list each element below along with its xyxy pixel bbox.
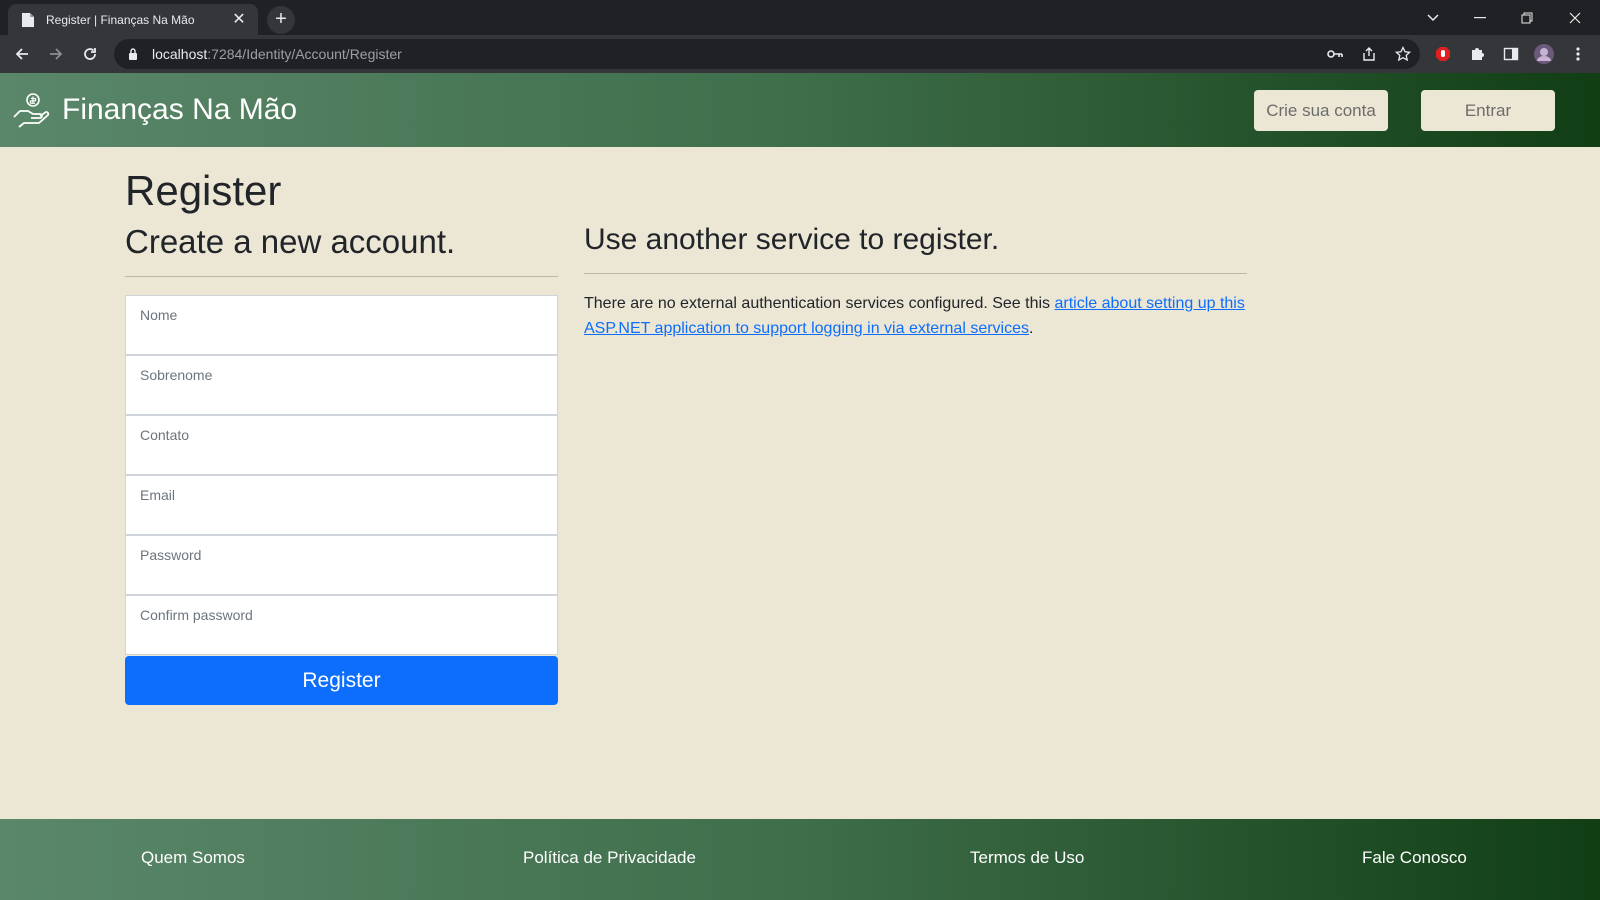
message-end: . (1029, 320, 1034, 337)
first-name-input[interactable] (140, 328, 540, 350)
external-login-heading: Use another service to register. (584, 223, 1000, 256)
email-field[interactable]: Email (125, 475, 558, 535)
login-button[interactable]: Entrar (1421, 90, 1555, 131)
field-label: Nome (140, 307, 178, 323)
bookmark-star-icon[interactable] (1393, 44, 1413, 64)
password-input[interactable] (140, 568, 540, 590)
message-text: There are no external authentication ser… (584, 295, 1055, 312)
profile-avatar-icon[interactable] (1534, 44, 1554, 64)
new-tab-button[interactable]: + (267, 6, 295, 34)
contact-field[interactable]: Contato (125, 415, 558, 475)
close-window-icon[interactable] (1552, 0, 1598, 35)
address-bar[interactable]: localhost:7284/Identity/Account/Register (114, 39, 1420, 69)
site-header: Finanças Na Mão Crie sua conta Entrar (0, 73, 1600, 147)
footer-link-contact[interactable]: Fale Conosco (1362, 848, 1467, 868)
external-login-message: There are no external authentication ser… (584, 291, 1254, 341)
footer-link-privacy[interactable]: Política de Privacidade (523, 848, 696, 868)
lock-icon[interactable] (128, 47, 142, 61)
form-heading: Create a new account. (125, 223, 456, 260)
last-name-field[interactable]: Sobrenome (125, 355, 558, 415)
contact-input[interactable] (140, 448, 540, 470)
field-label: Contato (140, 427, 190, 443)
brand-name: Finanças Na Mão (62, 93, 298, 126)
brand-link[interactable]: Finanças Na Mão (12, 91, 297, 129)
first-name-field[interactable]: Nome (125, 295, 558, 355)
back-icon[interactable] (8, 40, 36, 68)
forward-icon[interactable] (42, 40, 70, 68)
browser-tabbar: Register | Finanças Na Mão ✕ + (0, 0, 1600, 35)
page-icon (20, 12, 36, 28)
browser-toolbar: localhost:7284/Identity/Account/Register (0, 35, 1600, 73)
tab-search-icon[interactable] (1410, 0, 1456, 35)
url-host: localhost (152, 46, 208, 62)
field-label: Sobrenome (140, 367, 213, 383)
footer-link-terms[interactable]: Termos de Uso (970, 848, 1084, 868)
register-button[interactable]: Register (125, 656, 558, 705)
web-page: Finanças Na Mão Crie sua conta Entrar Re… (0, 73, 1600, 900)
password-field[interactable]: Password (125, 535, 558, 595)
close-tab-icon[interactable]: ✕ (230, 11, 248, 29)
email-input[interactable] (140, 508, 540, 530)
site-footer: Quem Somos Política de Privacidade Termo… (0, 819, 1600, 900)
register-form: Nome Sobrenome Contato Email Password Co… (125, 295, 558, 705)
share-icon[interactable] (1359, 44, 1379, 64)
extensions-puzzle-icon[interactable] (1467, 44, 1487, 64)
browser-tab[interactable]: Register | Finanças Na Mão ✕ (8, 4, 258, 35)
reload-icon[interactable] (76, 40, 104, 68)
last-name-input[interactable] (140, 388, 540, 410)
side-panel-icon[interactable] (1501, 44, 1521, 64)
divider (125, 276, 558, 277)
confirm-password-field[interactable]: Confirm password (125, 595, 558, 655)
key-icon[interactable] (1325, 44, 1345, 64)
divider (584, 273, 1247, 274)
tab-title: Register | Finanças Na Mão (46, 12, 195, 27)
chrome-menu-icon[interactable] (1568, 44, 1588, 64)
minimize-icon[interactable] (1457, 0, 1503, 35)
confirm-password-input[interactable] (140, 628, 540, 650)
extension-adblock-icon[interactable] (1433, 44, 1453, 64)
page-title: Register (125, 167, 282, 214)
url-path: :7284/Identity/Account/Register (207, 46, 402, 62)
create-account-button[interactable]: Crie sua conta (1254, 90, 1388, 131)
field-label: Password (140, 547, 202, 563)
hand-coin-logo-icon (12, 91, 50, 129)
field-label: Confirm password (140, 607, 253, 623)
field-label: Email (140, 487, 176, 503)
footer-link-about[interactable]: Quem Somos (141, 848, 245, 868)
restore-icon[interactable] (1504, 0, 1550, 35)
